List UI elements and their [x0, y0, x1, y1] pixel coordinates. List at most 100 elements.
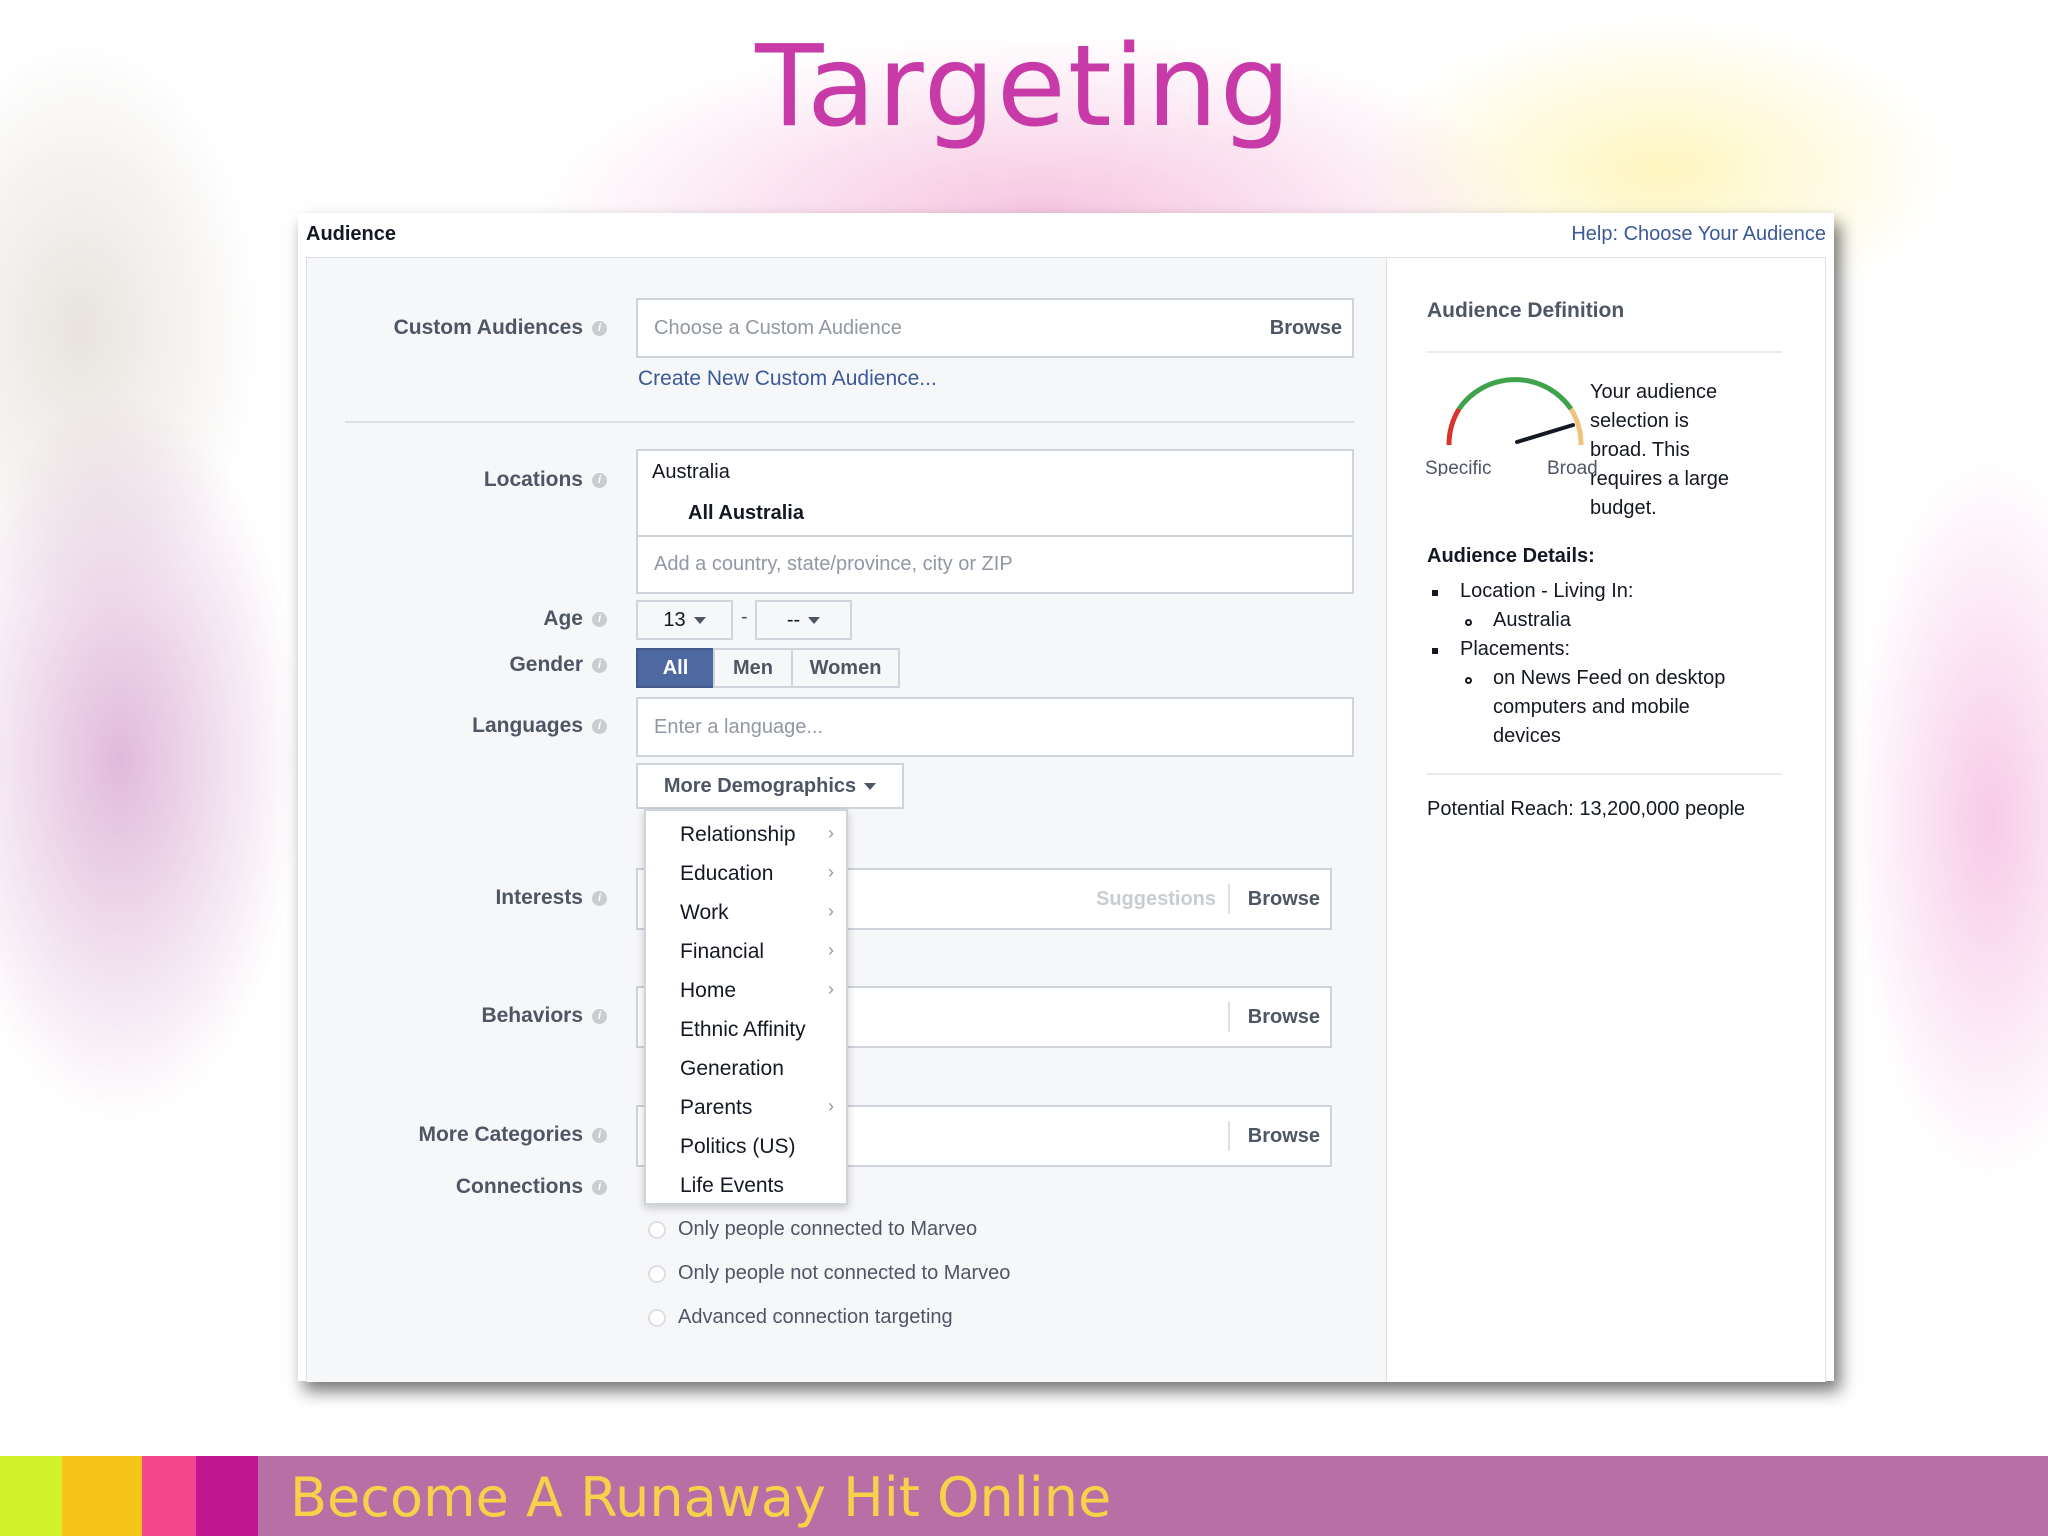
radio-icon: [648, 1220, 666, 1239]
info-icon[interactable]: i: [592, 1127, 607, 1143]
create-custom-audience-link[interactable]: Create New Custom Audience...: [638, 367, 937, 391]
slide-footer: Become A Runaway Hit Online: [0, 1456, 2048, 1536]
chevron-right-icon: ›: [828, 1096, 834, 1116]
chevron-down-icon: [808, 617, 821, 625]
age-dash: -: [741, 606, 748, 628]
menu-item-education[interactable]: Education ›: [680, 862, 840, 886]
audience-definition-title: Audience Definition: [1427, 299, 1625, 322]
gender-all-button[interactable]: All: [636, 648, 715, 688]
languages-label: Languages i: [307, 714, 607, 738]
menu-item-politics[interactable]: Politics (US): [680, 1135, 840, 1159]
menu-item-financial[interactable]: Financial ›: [680, 940, 840, 964]
info-icon[interactable]: i: [592, 472, 607, 488]
locations-box: Australia All Australia Add a country, s…: [636, 449, 1354, 594]
menu-item-life-events[interactable]: Life Events: [680, 1174, 840, 1198]
chevron-down-icon: [864, 783, 877, 791]
behaviors-label: Behaviors i: [307, 1004, 607, 1028]
audience-panel: Audience Help: Choose Your Audience Cust…: [298, 213, 1834, 1382]
bullet-icon: [1465, 677, 1472, 684]
more-demographics-button[interactable]: More Demographics: [636, 763, 904, 809]
divider: [1228, 884, 1230, 914]
menu-item-home[interactable]: Home ›: [680, 979, 840, 1003]
gender-men-button[interactable]: Men: [713, 648, 793, 688]
summary-line: requires a large: [1590, 468, 1729, 490]
bullet-icon: [1432, 590, 1438, 596]
divider: [1427, 351, 1782, 353]
custom-audience-input[interactable]: Choose a Custom Audience Browse: [636, 298, 1354, 358]
chevron-right-icon: ›: [828, 979, 834, 999]
chevron-right-icon: ›: [828, 823, 834, 843]
info-icon[interactable]: i: [592, 1179, 607, 1195]
gender-label: Gender i: [307, 653, 607, 677]
info-icon[interactable]: i: [592, 890, 607, 906]
potential-reach: Potential Reach: 13,200,000 people: [1427, 798, 1746, 820]
behaviors-browse-button[interactable]: Browse: [1248, 1006, 1320, 1029]
placements-line: computers and mobile: [1493, 696, 1690, 718]
bullet-icon: [1432, 648, 1438, 654]
location-heading: Location - Living In:: [1460, 580, 1634, 602]
summary-line: selection is: [1590, 410, 1689, 432]
summary-line: broad. This: [1590, 439, 1690, 461]
footer-swatch: [196, 1456, 258, 1536]
footer-swatch: [62, 1456, 142, 1536]
panel-header: Audience Help: Choose Your Audience: [298, 213, 1834, 253]
divider: [1228, 1002, 1230, 1032]
menu-item-generation[interactable]: Generation: [680, 1057, 840, 1081]
audience-details-title: Audience Details:: [1427, 545, 1595, 567]
panel-title: Audience: [306, 223, 397, 245]
menu-item-work[interactable]: Work ›: [680, 901, 840, 925]
summary-line: Your audience: [1590, 381, 1718, 403]
gender-women-button[interactable]: Women: [791, 648, 900, 688]
connection-option-not-connected[interactable]: Only people not connected to Marveo: [648, 1262, 1010, 1285]
placements-heading: Placements:: [1460, 638, 1571, 660]
connection-option-connected[interactable]: Only people connected to Marveo: [648, 1218, 977, 1241]
audience-summary: Your audience selection is broad. This r…: [1590, 378, 1729, 523]
age-max-select[interactable]: --: [755, 600, 852, 640]
age-min-select[interactable]: 13: [636, 600, 733, 640]
interests-label: Interests i: [307, 886, 607, 910]
info-icon[interactable]: i: [592, 611, 607, 627]
info-icon[interactable]: i: [592, 718, 607, 734]
bullet-icon: [1465, 619, 1472, 626]
age-label: Age i: [307, 607, 607, 631]
interests-browse-button[interactable]: Browse: [1248, 888, 1320, 911]
chevron-right-icon: ›: [828, 862, 834, 882]
suggestions-button[interactable]: Suggestions: [1096, 888, 1216, 911]
more-categories-browse-button[interactable]: Browse: [1248, 1125, 1320, 1148]
placements-line: devices: [1493, 725, 1561, 747]
location-value: Australia: [1493, 609, 1571, 631]
info-icon[interactable]: i: [592, 1008, 607, 1024]
more-categories-label: More Categories i: [307, 1123, 607, 1147]
menu-item-relationship[interactable]: Relationship ›: [680, 823, 840, 847]
connections-label: Connections i: [307, 1175, 607, 1199]
menu-item-parents[interactable]: Parents ›: [680, 1096, 840, 1120]
audience-gauge-icon: [1446, 377, 1584, 446]
info-icon[interactable]: i: [592, 657, 607, 673]
languages-input[interactable]: Enter a language...: [636, 697, 1354, 757]
menu-item-ethnic-affinity[interactable]: Ethnic Affinity: [680, 1018, 840, 1042]
footer-swatch: [0, 1456, 62, 1536]
chevron-down-icon: [693, 617, 706, 625]
location-search-input[interactable]: Add a country, state/province, city or Z…: [654, 553, 1013, 576]
languages-placeholder: Enter a language...: [654, 716, 824, 738]
custom-audience-browse-button[interactable]: Browse: [1270, 317, 1342, 340]
section-divider: [345, 421, 1354, 423]
connection-option-advanced[interactable]: Advanced connection targeting: [648, 1306, 953, 1329]
chevron-right-icon: ›: [828, 940, 834, 960]
location-country: Australia: [652, 461, 730, 483]
more-demographics-menu: Relationship › Education › Work › Financial…: [644, 809, 848, 1205]
placements-line: on News Feed on desktop: [1493, 667, 1726, 689]
custom-audiences-label: Custom Audiences i: [307, 316, 607, 340]
summary-line: budget.: [1590, 497, 1657, 519]
footer-swatch: [142, 1456, 196, 1536]
help-link[interactable]: Help: Choose Your Audience: [1571, 223, 1826, 246]
radio-icon: [648, 1308, 666, 1327]
location-selected[interactable]: All Australia: [688, 502, 804, 525]
locations-label: Locations i: [307, 468, 607, 492]
slide-title: Targeting: [755, 22, 1293, 152]
locations-divider: [638, 535, 1352, 537]
footer-tagline: Become A Runaway Hit Online: [290, 1466, 1112, 1529]
chevron-right-icon: ›: [828, 901, 834, 921]
info-icon[interactable]: i: [592, 320, 607, 336]
gauge-specific-label: Specific: [1425, 458, 1492, 476]
